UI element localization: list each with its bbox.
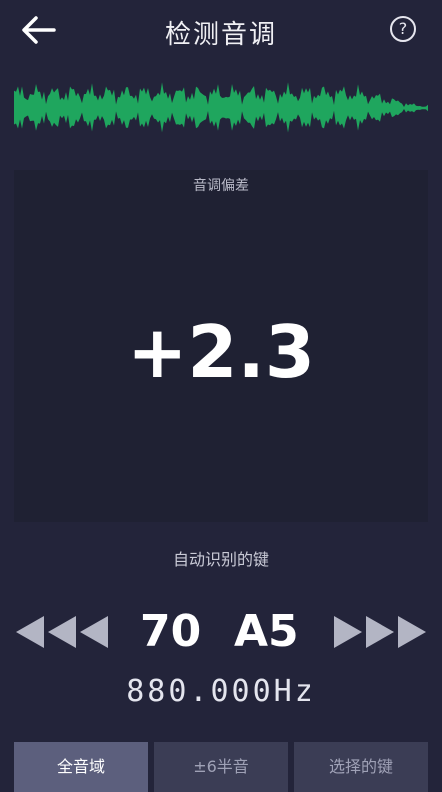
deviation-value: +2.3	[127, 310, 315, 394]
frequency-readout: 880.000Hz	[126, 674, 316, 709]
help-icon[interactable]: ?	[390, 16, 416, 42]
auto-detected-key-label: 自动识别的键	[172, 550, 269, 569]
previous-key-arrows-icon[interactable]	[14, 612, 114, 652]
page-title: 检测音调	[164, 20, 277, 50]
waveform-display	[14, 82, 428, 133]
pitch-deviation-panel: 音调偏差 +2.3	[14, 170, 428, 522]
key-name: A5	[234, 606, 299, 657]
app-header: 检测音调 ?	[0, 0, 442, 64]
tab-full-range[interactable]: 全音域	[14, 742, 148, 792]
key-number: 70	[140, 606, 202, 657]
tab-selected-key[interactable]: 选择的键	[294, 742, 428, 792]
next-key-arrows-icon[interactable]	[328, 612, 428, 652]
waveform-path	[14, 82, 428, 133]
range-tabs: 全音域 ±6半音 选择的键	[14, 742, 428, 792]
tab-six-semitones[interactable]: ±6半音	[154, 742, 288, 792]
deviation-label: 音调偏差	[193, 178, 249, 194]
